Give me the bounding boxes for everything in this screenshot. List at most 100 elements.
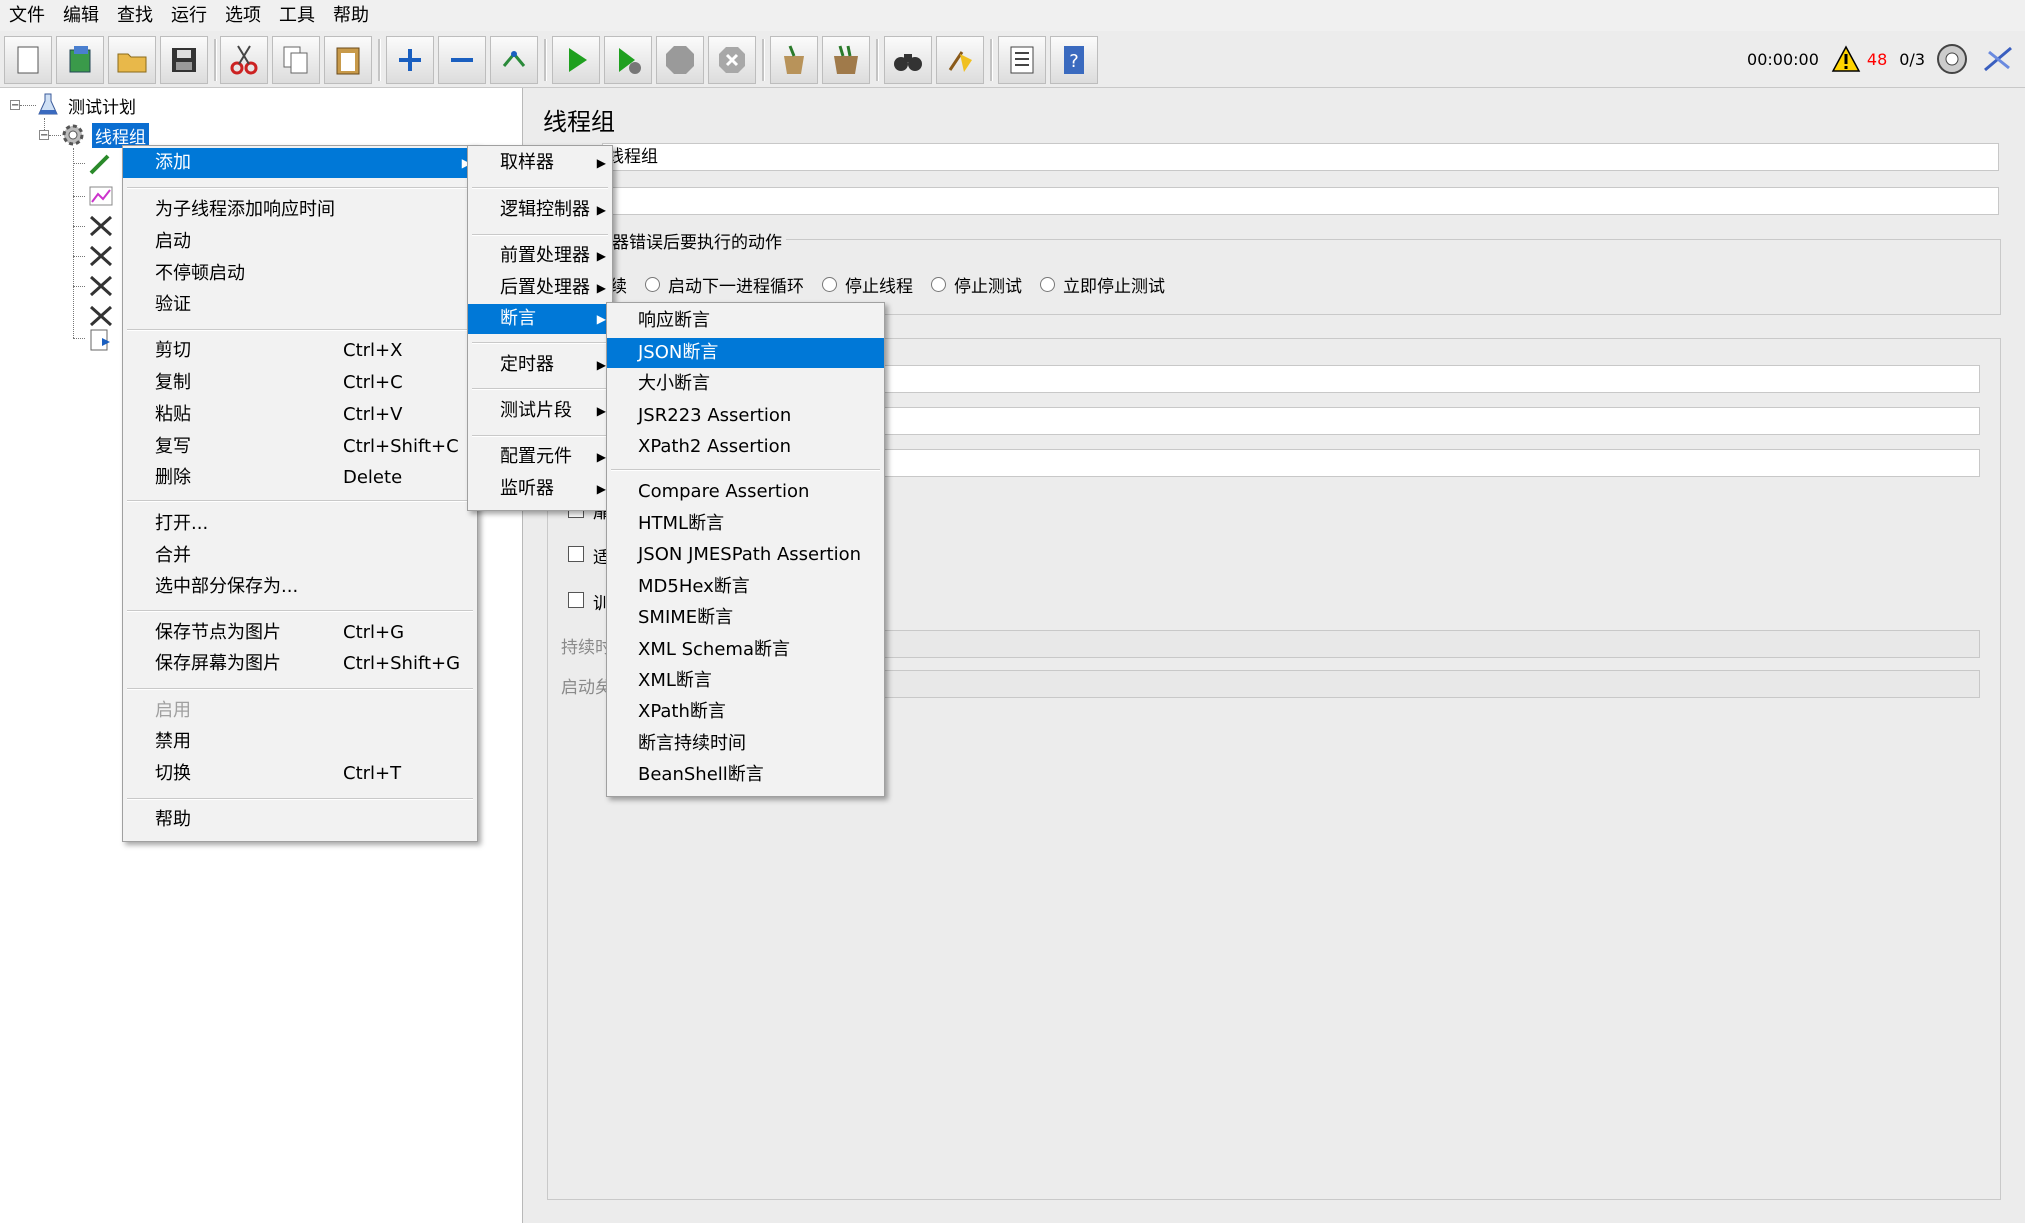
search-icon[interactable] <box>884 36 932 84</box>
radio-stop-test[interactable]: 停止测试 <box>931 272 1022 297</box>
menu-item-label: 禁用 <box>155 731 191 752</box>
radio-stop-thread[interactable]: 停止线程 <box>822 272 913 297</box>
delay-thread-checkbox[interactable] <box>568 546 584 562</box>
ramp-up-field[interactable] <box>882 407 1980 435</box>
menu-item-disable[interactable]: 禁用 <box>123 727 477 757</box>
menu-run[interactable]: 运行 <box>162 0 216 31</box>
expand-icon[interactable] <box>386 36 434 84</box>
submenu-item-pre-processor[interactable]: 前置处理器 ▶ <box>468 241 612 271</box>
menu-item-paste[interactable]: 粘贴 Ctrl+V <box>123 400 477 430</box>
menu-item-label: 验证 <box>155 294 191 315</box>
menu-edit[interactable]: 编辑 <box>54 0 108 31</box>
assertion-item-smime[interactable]: SMIME断言 <box>607 603 884 633</box>
menu-bar: 文件 编辑 查找 运行 选项 工具 帮助 <box>0 0 2025 32</box>
submenu-item-timer[interactable]: 定时器 ▶ <box>468 350 612 380</box>
menu-item-help[interactable]: 帮助 <box>123 805 477 835</box>
menu-help[interactable]: 帮助 <box>324 0 378 31</box>
menu-item-save-node-image[interactable]: 保存节点为图片 Ctrl+G <box>123 618 477 648</box>
menu-item-merge[interactable]: 合并 <box>123 541 477 571</box>
scheduler-checkbox[interactable] <box>568 592 584 608</box>
assertion-item-response[interactable]: 响应断言 <box>607 306 884 336</box>
clear-all-icon[interactable] <box>822 36 870 84</box>
assertion-item-xml-schema[interactable]: XML Schema断言 <box>607 635 884 665</box>
collapse-toggle[interactable]: − <box>10 100 20 111</box>
assertion-item-json[interactable]: JSON断言 <box>607 338 884 368</box>
menu-item-duplicate[interactable]: 复写 Ctrl+Shift+C <box>123 432 477 462</box>
assertion-item-compare[interactable]: Compare Assertion <box>607 477 884 507</box>
assertion-item-xpath[interactable]: XPath断言 <box>607 697 884 727</box>
collapse-icon[interactable] <box>438 36 486 84</box>
assertion-item-label: JSON JMESPath Assertion <box>638 544 862 565</box>
menu-item-start[interactable]: 启动 <box>123 227 477 257</box>
menu-item-toggle[interactable]: 切换 Ctrl+T <box>123 759 477 789</box>
assertion-item-jsr223[interactable]: JSR223 Assertion <box>607 401 884 431</box>
menu-item-cut[interactable]: 剪切 Ctrl+X <box>123 336 477 366</box>
assertion-item-label: 断言持续时间 <box>638 733 746 754</box>
submenu-item-logic-controller[interactable]: 逻辑控制器 ▶ <box>468 195 612 225</box>
assertion-item-label: 大小断言 <box>638 373 710 394</box>
menu-item-enable: 启用 <box>123 696 477 726</box>
menu-item-save-selection[interactable]: 选中部分保存为... <box>123 572 477 602</box>
menu-item-shortcut: Ctrl+Shift+C <box>343 436 459 457</box>
menu-item-shortcut: Ctrl+G <box>343 622 405 643</box>
assertion-item-size[interactable]: 大小断言 <box>607 369 884 399</box>
start-no-pause-icon[interactable] <box>604 36 652 84</box>
stop-icon[interactable] <box>656 36 704 84</box>
assertion-item-json-jmespath[interactable]: JSON JMESPath Assertion <box>607 540 884 570</box>
name-field[interactable]: 线程组 <box>602 143 1999 171</box>
submenu-item-post-processor[interactable]: 后置处理器 ▶ <box>468 273 612 303</box>
menu-tools[interactable]: 工具 <box>270 0 324 31</box>
toggle-icon[interactable] <box>490 36 538 84</box>
chevron-right-icon: ▶ <box>596 156 606 170</box>
new-icon[interactable] <box>4 36 52 84</box>
add-submenu: 取样器 ▶ 逻辑控制器 ▶ 前置处理器 ▶ 后置处理器 ▶ 断言 ▶ 定时器 ▶ 测试片段 ▶… <box>467 145 613 511</box>
loop-count-field[interactable] <box>882 449 1980 477</box>
menu-item-start-no-pause[interactable]: 不停顿启动 <box>123 259 477 289</box>
shutdown-icon[interactable] <box>708 36 756 84</box>
comments-field[interactable] <box>602 187 1999 215</box>
reset-search-icon[interactable] <box>936 36 984 84</box>
paste-icon[interactable] <box>324 36 372 84</box>
number-of-threads-field[interactable] <box>882 365 1980 393</box>
radio-start-next-loop[interactable]: 启动下一进程循环 <box>645 272 804 297</box>
function-helper-icon[interactable] <box>998 36 1046 84</box>
menu-item-add-response-time[interactable]: 为子线程添加响应时间 <box>123 195 477 225</box>
warning-icon[interactable] <box>1831 45 1861 73</box>
assertion-item-label: SMIME断言 <box>638 607 734 628</box>
submenu-item-listener[interactable]: 监听器 ▶ <box>468 474 612 504</box>
assertion-item-xpath2[interactable]: XPath2 Assertion <box>607 432 884 462</box>
submenu-item-test-fragment[interactable]: 测试片段 ▶ <box>468 396 612 426</box>
start-icon[interactable] <box>552 36 600 84</box>
clear-icon[interactable] <box>770 36 818 84</box>
save-icon[interactable] <box>160 36 208 84</box>
submenu-item-label: 监听器 <box>500 478 554 499</box>
help-icon[interactable]: ? <box>1050 36 1098 84</box>
copy-icon[interactable] <box>272 36 320 84</box>
page-title: 线程组 <box>543 108 615 136</box>
submenu-item-sampler[interactable]: 取样器 ▶ <box>468 148 612 178</box>
menu-item-open[interactable]: 打开... <box>123 509 477 539</box>
menu-options[interactable]: 选项 <box>216 0 270 31</box>
menu-file[interactable]: 文件 <box>0 0 54 31</box>
assertion-item-duration[interactable]: 断言持续时间 <box>607 729 884 759</box>
menu-item-save-screen-image[interactable]: 保存屏幕为图片 Ctrl+Shift+G <box>123 649 477 679</box>
assertion-item-beanshell[interactable]: BeanShell断言 <box>607 760 884 790</box>
menu-item-validate[interactable]: 验证 <box>123 290 477 320</box>
menu-item-copy[interactable]: 复制 Ctrl+C <box>123 368 477 398</box>
assertion-item-md5hex[interactable]: MD5Hex断言 <box>607 572 884 602</box>
menu-item-add[interactable]: 添加▶ <box>123 148 477 178</box>
radio-stop-test-now[interactable]: 立即停止测试 <box>1040 272 1165 297</box>
submenu-item-assertion[interactable]: 断言 ▶ <box>468 304 612 334</box>
tree-node-test-plan[interactable]: 测试计划 <box>36 92 136 118</box>
log-viewer-icon[interactable] <box>1979 42 2019 76</box>
submenu-item-config-element[interactable]: 配置元件 ▶ <box>468 442 612 472</box>
menu-search[interactable]: 查找 <box>108 0 162 31</box>
collapse-toggle[interactable]: − <box>39 130 49 141</box>
open-icon[interactable] <box>108 36 156 84</box>
status-area: 00:00:00 48 0/3 <box>1747 31 2025 87</box>
cut-icon[interactable] <box>220 36 268 84</box>
templates-icon[interactable] <box>56 36 104 84</box>
assertion-item-xml[interactable]: XML断言 <box>607 666 884 696</box>
assertion-item-html[interactable]: HTML断言 <box>607 509 884 539</box>
menu-item-delete[interactable]: 删除 Delete <box>123 463 477 493</box>
